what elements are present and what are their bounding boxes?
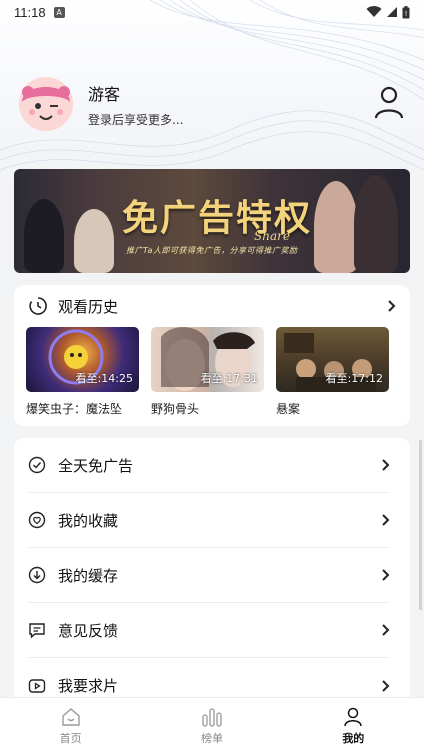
message-icon [29, 623, 45, 639]
history-item[interactable]: 看至:17:31 野狗骨头 [151, 327, 264, 417]
user-icon[interactable] [374, 86, 404, 120]
notification-icon: A [53, 6, 65, 18]
user-icon [344, 707, 363, 727]
profile-login-hint: 登录后享受更多... [88, 112, 184, 127]
nav-label: 首页 [59, 732, 82, 745]
history-thumbnail: 看至:14:25 [26, 327, 139, 392]
video-icon [28, 678, 46, 693]
battery-icon: ! [402, 5, 410, 18]
menu-item-label: 我的缓存 [58, 566, 119, 585]
menu-item-ad-free[interactable]: 全天免广告 [28, 438, 390, 493]
history-title: 野狗骨头 [151, 402, 200, 416]
history-progress: 看至:17:12 [325, 372, 383, 385]
banner-description: 推广Ta人即可获得免广告，分享可得推广奖励 [126, 246, 298, 255]
nav-ranking[interactable]: 榜单 [141, 698, 282, 753]
history-thumbnail: 看至:17:12 [276, 327, 389, 392]
history-item[interactable]: 看至:14:25 爆笑虫子：魔法坠 [26, 327, 139, 417]
svg-text:!: ! [405, 10, 408, 18]
bottom-nav: 首页 榜单 我的 [0, 697, 424, 753]
chevron-right-icon [382, 459, 390, 471]
nav-label: 榜单 [200, 732, 223, 745]
banner-figure [24, 199, 64, 273]
banner-figure [314, 181, 358, 273]
status-icons: ! [366, 5, 410, 19]
download-circle-icon [28, 566, 46, 584]
watch-history-card: 观看历史 看至:14:25 爆笑虫子：魔法坠 看至:17:31 野狗骨头 看至:… [14, 285, 410, 426]
profile-name: 游客 [88, 84, 121, 104]
chevron-right-icon [388, 300, 396, 312]
chevron-right-icon [382, 679, 390, 692]
avatar[interactable] [18, 76, 74, 132]
history-progress: 看至:17:31 [200, 372, 258, 385]
nav-label: 我的 [342, 732, 365, 745]
heart-circle-icon [28, 511, 46, 529]
history-item[interactable]: 看至:17:12 悬案 [276, 327, 389, 417]
chevron-right-icon [382, 569, 390, 581]
nav-mine[interactable]: 我的 [283, 698, 424, 753]
watch-history-title: 观看历史 [58, 297, 119, 316]
status-bar: 11:18 A ! [0, 0, 424, 24]
history-thumbnail: 看至:17:31 [151, 327, 264, 392]
banner-figure [74, 209, 114, 273]
banner-share: Share [254, 229, 290, 243]
scrollbar[interactable] [419, 440, 422, 610]
chevron-right-icon [382, 624, 390, 636]
signal-icon [387, 7, 397, 17]
menu-item-label: 我要求片 [58, 677, 119, 695]
check-circle-icon [28, 456, 46, 474]
menu-item-label: 意见反馈 [58, 621, 119, 640]
history-title: 爆笑虫子：魔法坠 [26, 402, 123, 416]
menu-item-favorites[interactable]: 我的收藏 [28, 493, 390, 548]
chart-icon [202, 708, 222, 727]
history-icon [29, 297, 47, 315]
menu-item-label: 我的收藏 [58, 511, 119, 530]
nav-home[interactable]: 首页 [0, 698, 141, 753]
profile-header[interactable]: 游客 登录后享受更多... [18, 76, 408, 132]
menu-item-feedback[interactable]: 意见反馈 [28, 603, 390, 658]
banner-figure [354, 175, 398, 273]
menu-item-label: 全天免广告 [58, 456, 134, 475]
chevron-right-icon [382, 514, 390, 526]
history-progress: 看至:14:25 [75, 372, 133, 385]
menu-item-downloads[interactable]: 我的缓存 [28, 548, 390, 603]
settings-menu: 全天免广告 我的收藏 我的缓存 意见反馈 我要求片 [14, 438, 410, 728]
status-time: 11:18 [14, 4, 46, 20]
history-title: 悬案 [276, 402, 301, 416]
wifi-icon [366, 6, 382, 18]
home-icon [61, 708, 80, 726]
watch-history-header[interactable]: 观看历史 [14, 285, 410, 327]
ad-free-banner[interactable]: 免广告特权 Share 推广Ta人即可获得免广告，分享可得推广奖励 [14, 169, 410, 273]
